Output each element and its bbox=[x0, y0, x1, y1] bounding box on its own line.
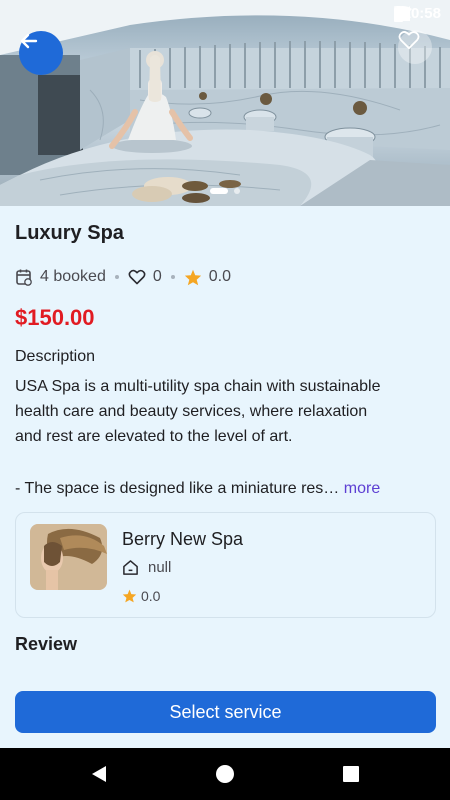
star-icon bbox=[122, 589, 137, 603]
favorite-button[interactable] bbox=[398, 30, 432, 64]
select-service-button[interactable]: Select service bbox=[15, 691, 436, 733]
provider-rating-value: 0.0 bbox=[141, 588, 161, 604]
provider-name: Berry New Spa bbox=[122, 529, 244, 549]
description-line: and rest are elevated to the level of ar… bbox=[15, 428, 293, 445]
booked-count: 4 booked bbox=[40, 268, 106, 285]
hero-image: 10:58 bbox=[0, 0, 450, 206]
service-price: $150.00 bbox=[15, 305, 95, 330]
nav-back-button[interactable] bbox=[87, 762, 111, 786]
home-circle-icon bbox=[216, 765, 234, 783]
home-icon bbox=[122, 559, 139, 576]
service-meta: 4 booked 0 0.0 bbox=[15, 266, 231, 288]
status-bar: 10:58 bbox=[0, 0, 450, 28]
calendar-icon bbox=[15, 268, 33, 286]
description-line: health care and beauty services, where r… bbox=[15, 403, 368, 420]
recents-square-icon bbox=[343, 766, 359, 782]
meta-separator bbox=[170, 275, 175, 279]
rating-value: 0.0 bbox=[208, 268, 231, 285]
star-icon bbox=[184, 269, 202, 286]
description-truncated-line: - The space is designed like a miniature… bbox=[15, 476, 380, 501]
service-title: Luxury Spa bbox=[15, 222, 124, 244]
description-line: - The space is designed like a miniature… bbox=[15, 480, 340, 497]
review-heading: Review bbox=[15, 634, 78, 654]
nav-recents-button[interactable] bbox=[339, 762, 363, 786]
heart-outline-icon bbox=[398, 31, 420, 50]
carousel-dot-active[interactable] bbox=[210, 188, 228, 194]
arrow-left-icon bbox=[20, 33, 38, 49]
description-line: USA Spa is a multi-utility spa chain wit… bbox=[15, 378, 381, 395]
provider-rating: 0.0 bbox=[122, 588, 160, 604]
provider-address: null bbox=[122, 559, 171, 576]
system-nav-bar bbox=[0, 748, 450, 800]
heart-icon bbox=[128, 269, 146, 285]
status-time: 10:58 bbox=[402, 5, 441, 22]
provider-card[interactable]: Berry New Spa null 0.0 bbox=[15, 512, 436, 618]
description-heading: Description bbox=[15, 348, 96, 365]
back-button[interactable] bbox=[19, 31, 63, 75]
spa-photo bbox=[0, 0, 450, 206]
provider-address-text: null bbox=[148, 559, 172, 576]
provider-avatar bbox=[30, 524, 107, 590]
carousel-indicator bbox=[210, 188, 240, 194]
back-triangle-icon bbox=[92, 766, 106, 782]
more-link[interactable]: more bbox=[344, 480, 380, 497]
carousel-dot[interactable] bbox=[234, 188, 240, 194]
nav-home-button[interactable] bbox=[213, 762, 237, 786]
meta-separator bbox=[114, 275, 119, 279]
description-text: USA Spa is a multi-utility spa chain wit… bbox=[15, 374, 440, 449]
likes-count: 0 bbox=[152, 268, 162, 285]
